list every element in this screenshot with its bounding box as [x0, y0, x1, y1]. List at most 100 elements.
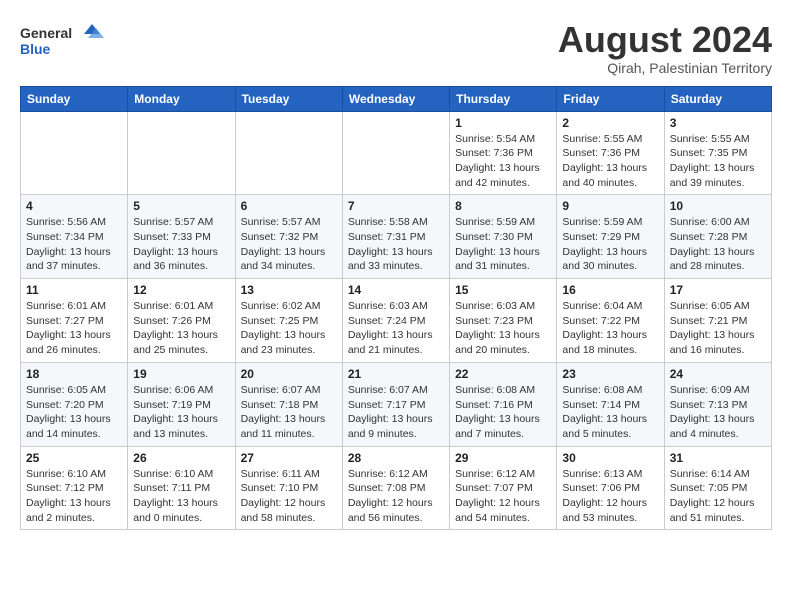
day-number: 17	[670, 283, 766, 297]
week-row-3: 11 Sunrise: 6:01 AM Sunset: 7:27 PM Dayli…	[21, 279, 772, 363]
calendar-cell: 1 Sunrise: 5:54 AM Sunset: 7:36 PM Daylig…	[450, 111, 557, 195]
day-info: Sunrise: 6:08 AM Sunset: 7:14 PM Dayligh…	[562, 383, 658, 442]
month-year-title: August 2024	[558, 20, 772, 60]
svg-text:General: General	[20, 25, 72, 41]
day-number: 27	[241, 451, 337, 465]
day-number: 24	[670, 367, 766, 381]
title-block: August 2024 Qirah, Palestinian Territory	[558, 20, 772, 76]
day-info: Sunrise: 6:13 AM Sunset: 7:06 PM Dayligh…	[562, 467, 658, 526]
svg-text:Blue: Blue	[20, 41, 51, 57]
day-info: Sunrise: 5:55 AM Sunset: 7:36 PM Dayligh…	[562, 132, 658, 191]
week-row-2: 4 Sunrise: 5:56 AM Sunset: 7:34 PM Daylig…	[21, 195, 772, 279]
day-info: Sunrise: 5:57 AM Sunset: 7:33 PM Dayligh…	[133, 215, 229, 274]
calendar-cell: 21 Sunrise: 6:07 AM Sunset: 7:17 PM Dayli…	[342, 362, 449, 446]
calendar-cell: 30 Sunrise: 6:13 AM Sunset: 7:06 PM Dayli…	[557, 446, 664, 530]
day-number: 4	[26, 199, 122, 213]
logo: General Blue	[20, 20, 110, 65]
day-number: 30	[562, 451, 658, 465]
day-info: Sunrise: 6:12 AM Sunset: 7:07 PM Dayligh…	[455, 467, 551, 526]
day-number: 15	[455, 283, 551, 297]
day-number: 14	[348, 283, 444, 297]
day-info: Sunrise: 5:55 AM Sunset: 7:35 PM Dayligh…	[670, 132, 766, 191]
day-info: Sunrise: 5:59 AM Sunset: 7:30 PM Dayligh…	[455, 215, 551, 274]
calendar-header-row: Sunday Monday Tuesday Wednesday Thursday…	[21, 86, 772, 111]
day-number: 26	[133, 451, 229, 465]
calendar-cell: 15Sunrise: 6:03 AM Sunset: 7:23 PM Dayli…	[450, 279, 557, 363]
calendar-cell	[128, 111, 235, 195]
calendar-cell: 22Sunrise: 6:08 AM Sunset: 7:16 PM Dayli…	[450, 362, 557, 446]
day-info: Sunrise: 6:09 AM Sunset: 7:13 PM Dayligh…	[670, 383, 766, 442]
calendar-cell: 14 Sunrise: 6:03 AM Sunset: 7:24 PM Dayli…	[342, 279, 449, 363]
calendar-cell: 8 Sunrise: 5:59 AM Sunset: 7:30 PM Daylig…	[450, 195, 557, 279]
calendar-cell: 29 Sunrise: 6:12 AM Sunset: 7:07 PM Dayli…	[450, 446, 557, 530]
calendar-cell: 10Sunrise: 6:00 AM Sunset: 7:28 PM Dayli…	[664, 195, 771, 279]
day-info: Sunrise: 6:14 AM Sunset: 7:05 PM Dayligh…	[670, 467, 766, 526]
day-info: Sunrise: 6:08 AM Sunset: 7:16 PM Dayligh…	[455, 383, 551, 442]
calendar-cell: 4 Sunrise: 5:56 AM Sunset: 7:34 PM Daylig…	[21, 195, 128, 279]
day-info: Sunrise: 5:54 AM Sunset: 7:36 PM Dayligh…	[455, 132, 551, 191]
calendar-cell: 26Sunrise: 6:10 AM Sunset: 7:11 PM Dayli…	[128, 446, 235, 530]
day-info: Sunrise: 6:06 AM Sunset: 7:19 PM Dayligh…	[133, 383, 229, 442]
day-number: 8	[455, 199, 551, 213]
logo-svg: General Blue	[20, 20, 110, 65]
calendar-cell: 28Sunrise: 6:12 AM Sunset: 7:08 PM Dayli…	[342, 446, 449, 530]
day-number: 25	[26, 451, 122, 465]
week-row-4: 18 Sunrise: 6:05 AM Sunset: 7:20 PM Dayli…	[21, 362, 772, 446]
day-info: Sunrise: 5:58 AM Sunset: 7:31 PM Dayligh…	[348, 215, 444, 274]
day-number: 7	[348, 199, 444, 213]
calendar-cell: 17Sunrise: 6:05 AM Sunset: 7:21 PM Dayli…	[664, 279, 771, 363]
calendar-cell: 20Sunrise: 6:07 AM Sunset: 7:18 PM Dayli…	[235, 362, 342, 446]
header-wednesday: Wednesday	[342, 86, 449, 111]
day-number: 9	[562, 199, 658, 213]
day-number: 29	[455, 451, 551, 465]
calendar-cell: 7 Sunrise: 5:58 AM Sunset: 7:31 PM Daylig…	[342, 195, 449, 279]
day-number: 11	[26, 283, 122, 297]
day-info: Sunrise: 6:10 AM Sunset: 7:12 PM Dayligh…	[26, 467, 122, 526]
day-number: 10	[670, 199, 766, 213]
page-header: General Blue August 2024 Qirah, Palestin…	[20, 20, 772, 76]
calendar-cell: 31 Sunrise: 6:14 AM Sunset: 7:05 PM Dayli…	[664, 446, 771, 530]
day-number: 31	[670, 451, 766, 465]
calendar-cell	[342, 111, 449, 195]
calendar-cell	[235, 111, 342, 195]
calendar-cell	[21, 111, 128, 195]
header-monday: Monday	[128, 86, 235, 111]
header-sunday: Sunday	[21, 86, 128, 111]
day-number: 23	[562, 367, 658, 381]
day-info: Sunrise: 6:07 AM Sunset: 7:17 PM Dayligh…	[348, 383, 444, 442]
day-number: 16	[562, 283, 658, 297]
day-number: 2	[562, 116, 658, 130]
calendar-cell: 12 Sunrise: 6:01 AM Sunset: 7:26 PM Dayli…	[128, 279, 235, 363]
calendar-cell: 11 Sunrise: 6:01 AM Sunset: 7:27 PM Dayli…	[21, 279, 128, 363]
week-row-1: 1 Sunrise: 5:54 AM Sunset: 7:36 PM Daylig…	[21, 111, 772, 195]
day-info: Sunrise: 6:01 AM Sunset: 7:26 PM Dayligh…	[133, 299, 229, 358]
location-subtitle: Qirah, Palestinian Territory	[558, 60, 772, 76]
header-friday: Friday	[557, 86, 664, 111]
header-thursday: Thursday	[450, 86, 557, 111]
calendar-cell: 9 Sunrise: 5:59 AM Sunset: 7:29 PM Daylig…	[557, 195, 664, 279]
day-number: 13	[241, 283, 337, 297]
day-info: Sunrise: 5:56 AM Sunset: 7:34 PM Dayligh…	[26, 215, 122, 274]
day-info: Sunrise: 5:57 AM Sunset: 7:32 PM Dayligh…	[241, 215, 337, 274]
day-number: 1	[455, 116, 551, 130]
header-tuesday: Tuesday	[235, 86, 342, 111]
day-number: 5	[133, 199, 229, 213]
day-number: 12	[133, 283, 229, 297]
day-info: Sunrise: 6:04 AM Sunset: 7:22 PM Dayligh…	[562, 299, 658, 358]
day-info: Sunrise: 6:03 AM Sunset: 7:24 PM Dayligh…	[348, 299, 444, 358]
day-info: Sunrise: 6:02 AM Sunset: 7:25 PM Dayligh…	[241, 299, 337, 358]
calendar-cell: 18 Sunrise: 6:05 AM Sunset: 7:20 PM Dayli…	[21, 362, 128, 446]
calendar-cell: 13 Sunrise: 6:02 AM Sunset: 7:25 PM Dayli…	[235, 279, 342, 363]
day-info: Sunrise: 6:01 AM Sunset: 7:27 PM Dayligh…	[26, 299, 122, 358]
calendar-cell: 6Sunrise: 5:57 AM Sunset: 7:32 PM Daylig…	[235, 195, 342, 279]
calendar-cell: 3 Sunrise: 5:55 AM Sunset: 7:35 PM Daylig…	[664, 111, 771, 195]
calendar-cell: 23 Sunrise: 6:08 AM Sunset: 7:14 PM Dayli…	[557, 362, 664, 446]
day-number: 18	[26, 367, 122, 381]
day-number: 3	[670, 116, 766, 130]
calendar-table: Sunday Monday Tuesday Wednesday Thursday…	[20, 86, 772, 531]
day-info: Sunrise: 5:59 AM Sunset: 7:29 PM Dayligh…	[562, 215, 658, 274]
calendar-cell: 5 Sunrise: 5:57 AM Sunset: 7:33 PM Daylig…	[128, 195, 235, 279]
day-number: 21	[348, 367, 444, 381]
day-info: Sunrise: 6:07 AM Sunset: 7:18 PM Dayligh…	[241, 383, 337, 442]
day-info: Sunrise: 6:05 AM Sunset: 7:20 PM Dayligh…	[26, 383, 122, 442]
